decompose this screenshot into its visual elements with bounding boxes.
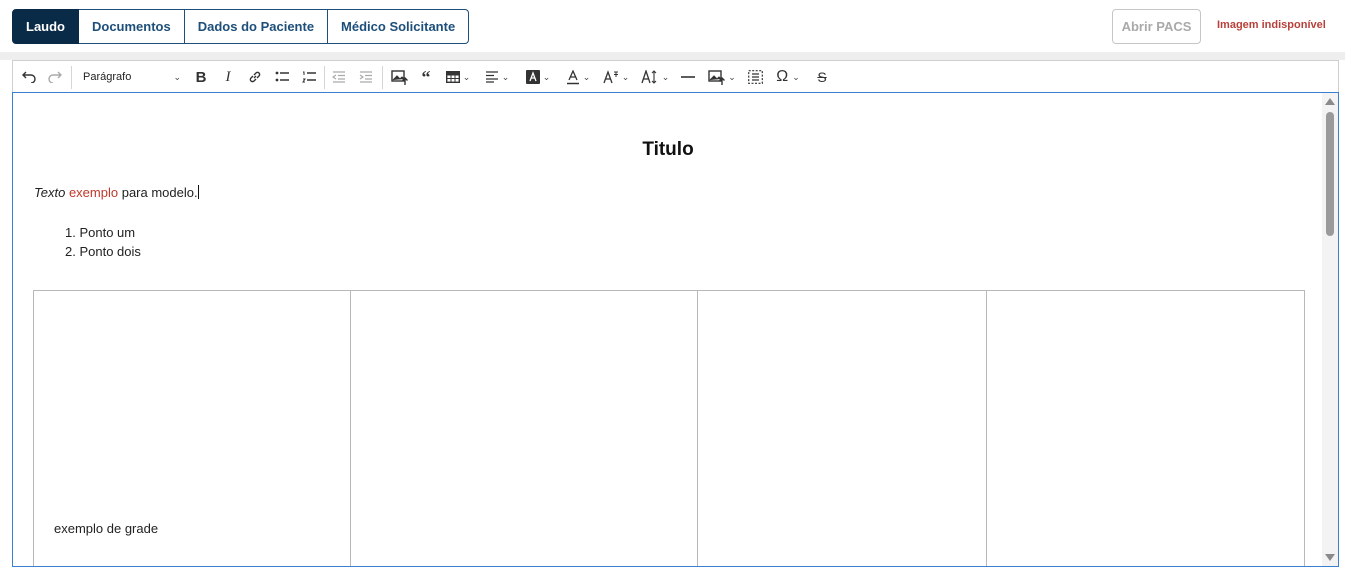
outdent-icon[interactable] — [329, 67, 349, 87]
vertical-scrollbar[interactable] — [1322, 93, 1338, 566]
line-height-icon[interactable]: ⌄ — [638, 67, 672, 87]
align-icon[interactable]: ⌄ — [481, 67, 513, 87]
horizontal-line-icon[interactable] — [678, 67, 698, 87]
scroll-up-arrow-icon[interactable] — [1325, 98, 1335, 105]
list-item: 2. Ponto dois — [65, 244, 141, 259]
divider-strip — [0, 52, 1345, 60]
numbered-list: 1. Ponto um 2. Ponto dois — [65, 223, 141, 261]
table-cell[interactable] — [351, 291, 698, 566]
scroll-down-arrow-icon[interactable] — [1325, 554, 1335, 561]
paragraph-text: para modelo. — [121, 185, 198, 200]
table-cell[interactable]: exemplo de grade — [34, 291, 351, 566]
scrollbar-thumb[interactable] — [1326, 112, 1334, 236]
document-title: Titulo — [642, 139, 694, 160]
font-size-icon[interactable]: ⌄ — [600, 67, 632, 87]
numbered-list-icon[interactable] — [299, 67, 319, 87]
italic-icon[interactable]: I — [218, 67, 238, 87]
table-cell[interactable] — [698, 291, 987, 566]
list-item: 1. Ponto um — [65, 225, 136, 240]
italic-text: Texto — [34, 185, 66, 200]
table-cell-text: exemplo de grade — [54, 521, 159, 536]
tab-medico-solicitante[interactable]: Médico Solicitante — [328, 9, 470, 44]
tab-laudo[interactable]: Laudo — [12, 9, 79, 44]
blockquote-icon[interactable]: “ — [416, 67, 436, 87]
image-status-text: Imagem indisponível — [1217, 19, 1326, 31]
red-text: exemplo — [68, 185, 119, 200]
chevron-down-icon: ⌄ — [173, 71, 181, 82]
tab-bar: Laudo Documentos Dados do Paciente Médic… — [12, 9, 470, 44]
font-color-icon[interactable]: ⌄ — [562, 67, 594, 87]
link-icon[interactable] — [245, 67, 265, 87]
redo-icon[interactable] — [45, 67, 65, 87]
paragraph-format-dropdown[interactable]: Parágrafo ⌄ — [81, 67, 183, 87]
content-table: exemplo de grade — [33, 290, 1305, 566]
strikethrough-icon[interactable]: S — [812, 67, 832, 87]
image-upload-icon[interactable]: ⌄ — [704, 67, 740, 87]
toolbar-separator — [324, 66, 325, 89]
editor-content-area[interactable]: Titulo Texto exemplo para modelo. 1. Pon… — [12, 92, 1339, 567]
toolbar-separator — [382, 66, 383, 89]
table-cell[interactable] — [987, 291, 1304, 566]
select-all-icon[interactable] — [745, 67, 765, 87]
tab-documentos[interactable]: Documentos — [79, 9, 185, 44]
top-bar: Laudo Documentos Dados do Paciente Médic… — [0, 0, 1345, 52]
table-icon[interactable]: ⌄ — [442, 67, 474, 87]
tab-dados-do-paciente[interactable]: Dados do Paciente — [184, 9, 329, 44]
rich-text-editor: Parágrafo ⌄ B I “ ⌄ ⌄ ⌄ ⌄ ⌄ ⌄ ⌄ Ω ⌄ S Ti… — [12, 60, 1339, 567]
text-cursor — [197, 185, 199, 199]
indent-icon[interactable] — [356, 67, 376, 87]
special-characters-icon[interactable]: Ω ⌄ — [771, 67, 805, 87]
insert-image-icon[interactable] — [388, 67, 410, 87]
document-paragraph: Texto exemplo para modelo. — [34, 185, 199, 200]
bulleted-list-icon[interactable] — [272, 67, 292, 87]
undo-icon[interactable] — [19, 67, 39, 87]
bold-icon[interactable]: B — [191, 67, 211, 87]
open-pacs-button[interactable]: Abrir PACS — [1112, 9, 1201, 44]
editor-toolbar: Parágrafo ⌄ B I “ ⌄ ⌄ ⌄ ⌄ ⌄ ⌄ ⌄ Ω ⌄ S — [12, 60, 1339, 93]
toolbar-separator — [71, 66, 72, 89]
paragraph-format-value: Parágrafo — [83, 71, 132, 83]
font-background-color-icon[interactable]: ⌄ — [522, 67, 554, 87]
